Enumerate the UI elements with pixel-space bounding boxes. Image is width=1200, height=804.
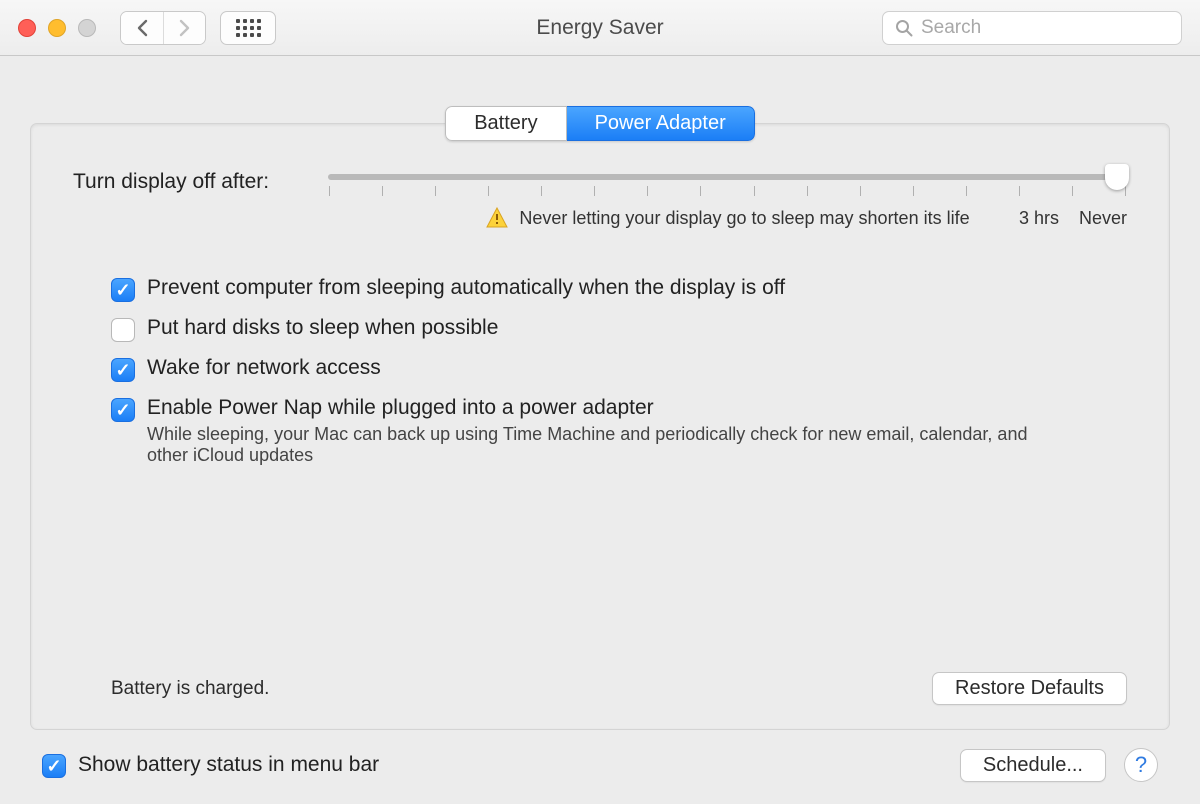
tab-bar: Battery Power Adapter [445, 106, 755, 141]
slider-thumb[interactable] [1105, 164, 1129, 190]
nav-buttons [120, 11, 206, 45]
label-hard-disks: Put hard disks to sleep when possible [147, 316, 498, 340]
label-show-battery: Show battery status in menu bar [78, 753, 379, 777]
tab-battery[interactable]: Battery [445, 106, 566, 141]
search-icon [895, 19, 913, 37]
restore-defaults-button[interactable]: Restore Defaults [932, 672, 1127, 705]
schedule-button[interactable]: Schedule... [960, 749, 1106, 782]
chevron-left-icon [136, 19, 149, 37]
search-input[interactable]: Search [882, 11, 1182, 45]
back-button[interactable] [121, 12, 163, 44]
titlebar: Energy Saver Search [0, 0, 1200, 56]
checkbox-prevent-sleep[interactable]: ✓ [111, 278, 135, 302]
window-title: Energy Saver [536, 16, 663, 40]
slider-label: Turn display off after: [73, 166, 328, 194]
checkbox-show-battery[interactable]: ✓ [42, 754, 66, 778]
slider-tick-3hrs: 3 hrs [1019, 208, 1059, 229]
traffic-lights [18, 19, 96, 37]
battery-status: Battery is charged. [111, 678, 269, 700]
checkmark-icon: ✓ [115, 280, 130, 301]
chevron-right-icon [178, 19, 191, 37]
label-wake-network: Wake for network access [147, 356, 381, 380]
maximize-button [78, 19, 96, 37]
all-prefs-button[interactable] [220, 11, 276, 45]
search-placeholder: Search [921, 17, 981, 39]
label-prevent-sleep: Prevent computer from sleeping automatic… [147, 276, 785, 300]
checkmark-icon: ✓ [115, 360, 130, 381]
checkmark-icon: ✓ [115, 400, 130, 421]
slider-warning-text: Never letting your display go to sleep m… [519, 208, 969, 229]
minimize-button[interactable] [48, 19, 66, 37]
grid-icon [236, 19, 261, 37]
slider-tick-never: Never [1079, 208, 1127, 229]
warning-icon [485, 206, 509, 230]
forward-button [163, 12, 205, 44]
tab-power-adapter[interactable]: Power Adapter [567, 106, 755, 141]
checkbox-hard-disks[interactable] [111, 318, 135, 342]
slider-ticks [328, 186, 1127, 196]
options-list: ✓ Prevent computer from sleeping automat… [73, 276, 1127, 466]
label-power-nap: Enable Power Nap while plugged into a po… [147, 396, 1067, 420]
close-button[interactable] [18, 19, 36, 37]
checkbox-wake-network[interactable]: ✓ [111, 358, 135, 382]
display-sleep-slider[interactable] [328, 174, 1127, 180]
settings-panel: Turn display off after: Never letting yo… [30, 123, 1170, 730]
checkmark-icon: ✓ [46, 756, 61, 777]
help-button[interactable]: ? [1124, 748, 1158, 782]
desc-power-nap: While sleeping, your Mac can back up usi… [147, 424, 1067, 466]
checkbox-power-nap[interactable]: ✓ [111, 398, 135, 422]
